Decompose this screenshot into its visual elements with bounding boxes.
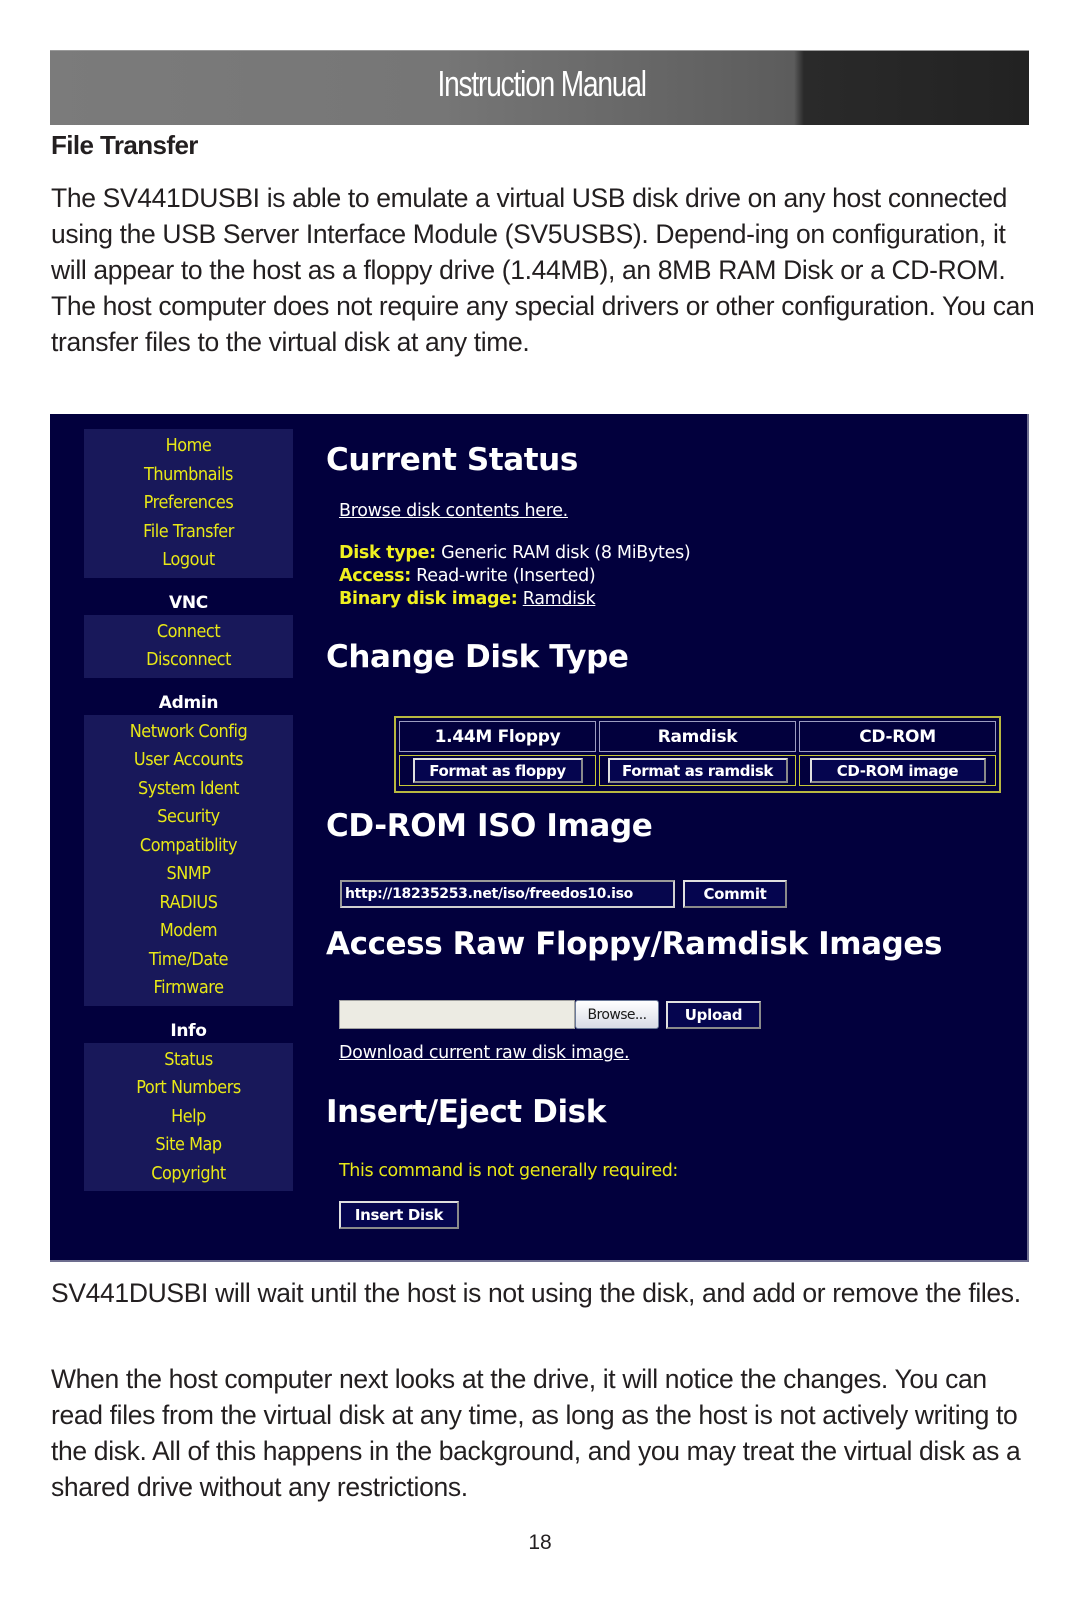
nav-item-home[interactable]: Home [92,432,284,461]
nav-item-thumbnails[interactable]: Thumbnails [92,461,284,490]
intro-paragraph: The SV441DUSBI is able to emulate a virt… [51,183,1035,357]
section-heading: File Transfer [51,130,198,160]
main-content: Current Status Browse disk contents here… [326,414,1027,1260]
cdrom-image-button[interactable]: CD-ROM image [809,758,986,783]
cdrom-iso-heading: CD-ROM ISO Image [326,808,653,844]
insert-disk-button[interactable]: Insert Disk [339,1201,459,1229]
browse-disk-link[interactable]: Browse disk contents here. [339,501,568,521]
nav-item-logout[interactable]: Logout [92,546,284,575]
format-ramdisk-button[interactable]: Format as ramdisk [607,758,788,783]
access-label: Access: [339,566,411,586]
commit-button[interactable]: Commit [683,880,787,908]
nav-item-radius[interactable]: RADIUS [92,889,284,918]
nav-item-site-map[interactable]: Site Map [92,1131,284,1160]
nav-group-label-info: Info [170,1020,207,1041]
nav-item-user-accounts[interactable]: User Accounts [92,746,284,775]
iso-url-input[interactable] [340,880,675,908]
page-number: 18 [528,1531,552,1554]
nav-item-port-numbers[interactable]: Port Numbers [92,1074,284,1103]
nav-item-snmp[interactable]: SNMP [92,860,284,889]
browse-button[interactable]: Browse... [575,1000,659,1029]
nav-item-copyright[interactable]: Copyright [92,1160,284,1189]
access-row: Access: Read-write (Inserted) [339,565,596,588]
format-floppy-button[interactable]: Format as floppy [412,758,583,783]
nav-item-status[interactable]: Status [92,1046,284,1075]
nav-item-file-transfer[interactable]: File Transfer [92,518,284,547]
column-floppy: 1.44M Floppy [399,721,596,752]
nav-item-time-date[interactable]: Time/Date [92,946,284,975]
nav-item-disconnect[interactable]: Disconnect [92,646,284,675]
nav-item-modem[interactable]: Modem [92,917,284,946]
raw-images-heading: Access Raw Floppy/Ramdisk Images [326,926,943,962]
nav-group-label-admin: Admin [158,692,219,713]
disk-type-button-row: Format as floppy Format as ramdisk CD-RO… [399,755,996,786]
disk-type-row: Disk type: Generic RAM disk (8 MiBytes) [339,542,691,565]
nav-group-admin: Network Config User Accounts System Iden… [84,714,293,1006]
change-disk-type-heading: Change Disk Type [326,639,629,675]
current-status-heading: Current Status [326,442,578,478]
disk-type-value: Generic RAM disk (8 MiBytes) [441,543,691,563]
nav-item-security[interactable]: Security [92,803,284,832]
column-cdrom: CD-ROM [799,721,996,752]
manual-header-bar: Instruction Manual [50,50,1029,125]
nav-group-main: Home Thumbnails Preferences File Transfe… [84,429,293,578]
nav-item-connect[interactable]: Connect [92,618,284,647]
binary-image-label: Binary disk image: [339,589,518,609]
disk-type-header-row: 1.44M Floppy Ramdisk CD-ROM [399,721,996,752]
download-image-link[interactable]: Download current raw disk image. [339,1043,630,1063]
wait-paragraph: SV441DUSBI will wait until the host is n… [51,1278,1021,1308]
nav-item-preferences[interactable]: Preferences [92,489,284,518]
disk-type-label: Disk type: [339,543,436,563]
nav-group-label-vnc: VNC [169,592,208,613]
insert-eject-heading: Insert/Eject Disk [326,1094,606,1130]
nav-group-info: Status Port Numbers Help Site Map Copyri… [84,1042,293,1191]
web-ui-screenshot: Home Thumbnails Preferences File Transfe… [50,414,1029,1262]
access-value: Read-write (Inserted) [416,566,596,586]
nav-item-help[interactable]: Help [92,1103,284,1132]
nav-item-compatibility[interactable]: Compatiblity [92,832,284,861]
nav-item-network-config[interactable]: Network Config [92,718,284,747]
insert-note: This command is not generally required: [339,1161,678,1181]
binary-image-link[interactable]: Ramdisk [523,589,596,609]
nav-item-system-ident[interactable]: System Ident [92,775,284,804]
sidebar-nav: Home Thumbnails Preferences File Transfe… [84,429,293,1191]
nav-group-vnc: Connect Disconnect [84,614,293,678]
file-path-input[interactable] [339,1000,575,1029]
disk-type-table: 1.44M Floppy Ramdisk CD-ROM Format as fl… [394,716,1001,793]
changes-paragraph: When the host computer next looks at the… [51,1364,1021,1502]
column-ramdisk: Ramdisk [599,721,796,752]
binary-image-row: Binary disk image: Ramdisk [339,588,596,611]
upload-button[interactable]: Upload [666,1001,761,1029]
manual-header-title: Instruction Manual [437,63,647,104]
nav-item-firmware[interactable]: Firmware [92,974,284,1003]
